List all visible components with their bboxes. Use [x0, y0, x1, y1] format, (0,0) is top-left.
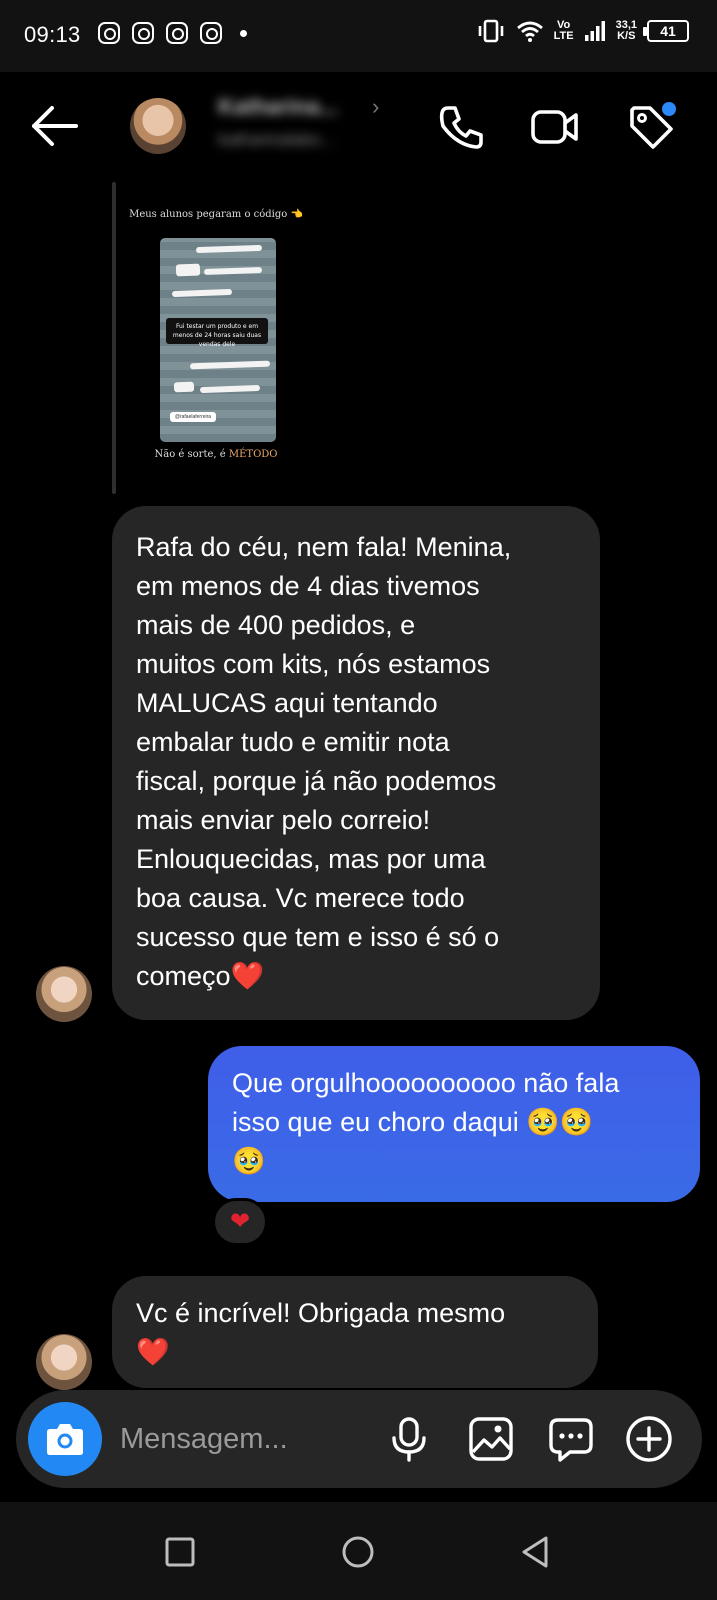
sticker-icon[interactable] [546, 1414, 596, 1464]
scribble [171, 288, 233, 298]
message-line: Rafa do céu, nem fala! Menina, [136, 532, 512, 562]
network-type: Vo LTE [554, 20, 574, 42]
video-icon[interactable] [530, 102, 580, 152]
chevron-right-icon[interactable]: › [372, 94, 379, 120]
camera-button[interactable] [28, 1402, 102, 1476]
message-line: fiscal, porque já não podemos [136, 766, 497, 796]
message-line: Que orgulhoooooooooo não fala [232, 1068, 620, 1098]
shared-story[interactable]: Meus alunos pegaram o código 👈 Fui testa… [128, 182, 304, 492]
wifi-icon [516, 21, 543, 42]
plus-icon[interactable] [624, 1414, 674, 1464]
story-caption-plain: Não é sorte, é [154, 449, 229, 460]
sender-avatar[interactable] [36, 1334, 92, 1390]
story-inner-message: Fui testar um produto e em menos de 24 h… [166, 318, 268, 348]
instagram-icon [166, 22, 188, 44]
message-line: isso que eu choro daqui 🥹🥹 [232, 1107, 594, 1137]
notification-icons [98, 22, 247, 44]
scribble [173, 381, 195, 393]
contact-name[interactable]: Katharina... [218, 94, 338, 120]
message-line: Enlouquecidas, mas por uma [136, 844, 486, 874]
instagram-icon [98, 22, 120, 44]
tag-button[interactable] [626, 102, 676, 152]
message-line: começo❤️ [136, 961, 265, 991]
microphone-icon[interactable] [384, 1414, 434, 1464]
scribble [189, 360, 271, 370]
message-line: boa causa. Vc merece todo [136, 883, 465, 913]
scribble [195, 244, 263, 254]
home-icon[interactable] [338, 1532, 378, 1572]
incoming-message[interactable]: Vc é incrível! Obrigada mesmo ❤️ [112, 1276, 598, 1388]
gallery-icon[interactable] [466, 1414, 516, 1464]
notification-dot [662, 102, 676, 116]
message-line: embalar tudo e emitir nota [136, 727, 450, 757]
instagram-icon [200, 22, 222, 44]
message-line: Vc é incrível! Obrigada mesmo [136, 1298, 506, 1328]
scribble [199, 384, 261, 394]
signal-icon [584, 21, 605, 41]
message-line: em menos de 4 dias tivemos [136, 571, 480, 601]
status-right: Vo LTE 33,1 K/S 41 [476, 18, 689, 44]
scribble [175, 263, 201, 277]
contact-avatar[interactable] [130, 98, 186, 154]
more-notifications-dot [240, 29, 247, 37]
story-screenshot: Fui testar um produto e em menos de 24 h… [160, 238, 276, 442]
battery-level: 41 [660, 23, 676, 39]
message-line: 🥹 [232, 1146, 266, 1176]
message-line: MALUCAS aqui tentando [136, 688, 438, 718]
message-composer [16, 1390, 702, 1488]
recents-icon[interactable] [160, 1532, 200, 1572]
sender-avatar[interactable] [36, 966, 92, 1022]
message-line: sucesso que tem e isso é só o [136, 922, 500, 952]
incoming-message[interactable]: Rafa do céu, nem fala! Menina, em menos … [112, 506, 600, 1020]
speed-unit: K/S [617, 30, 636, 42]
vibrate-icon [478, 19, 503, 43]
message-line: mais de 400 pedidos, e [136, 610, 416, 640]
story-reply-line [112, 182, 116, 494]
story-inner-tag: @rafaelaferreira [170, 412, 216, 422]
message-input[interactable] [120, 1416, 360, 1462]
battery-indicator: 41 [643, 20, 689, 42]
outgoing-message[interactable]: Que orgulhoooooooooo não fala isso que e… [208, 1046, 700, 1202]
message-line: muitos com kits, nós estamos [136, 649, 491, 679]
phone-icon[interactable] [436, 102, 486, 152]
heart-reaction[interactable]: ❤ [212, 1198, 268, 1246]
status-time: 09:13 [24, 22, 81, 47]
story-caption-accent: MÉTODO [228, 449, 278, 460]
scribble [203, 266, 263, 276]
data-speed: 33,1 K/S [616, 20, 637, 42]
story-caption-bottom: Não é sorte, é MÉTODO [128, 449, 304, 460]
system-nav-bar [0, 1502, 717, 1600]
camera-icon [47, 1424, 83, 1455]
network-bottom-label: LTE [553, 30, 574, 42]
contact-username[interactable]: katharinalabo... [218, 130, 334, 150]
message-line: mais enviar pelo correio! [136, 805, 431, 835]
back-arrow-icon[interactable] [28, 102, 82, 150]
message-line: ❤️ [136, 1337, 170, 1367]
instagram-icon [132, 22, 154, 44]
back-triangle-icon[interactable] [516, 1532, 556, 1572]
story-caption-top: Meus alunos pegaram o código 👈 [129, 209, 303, 220]
heart-icon: ❤ [229, 1208, 251, 1235]
chat-header: Katharina... › katharinalabo... [0, 72, 717, 182]
status-bar: 09:13 Vo LTE 33,1 K/S 41 [0, 0, 717, 72]
